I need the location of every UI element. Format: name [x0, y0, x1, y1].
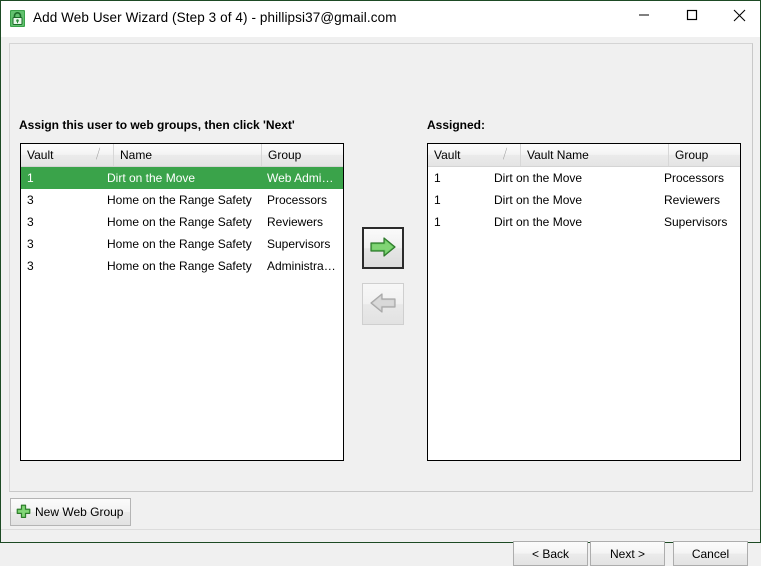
cell-name: Dirt on the Move: [107, 171, 196, 185]
new-web-group-button[interactable]: New Web Group: [10, 498, 131, 526]
column-header-vault-name[interactable]: Vault Name: [520, 144, 668, 166]
column-header-vault[interactable]: Vault: [21, 144, 95, 166]
plus-icon: [15, 504, 32, 521]
cell-group: Processors: [267, 193, 328, 207]
cell-name: Home on the Range Safety: [107, 193, 252, 207]
cell-vault: 3: [27, 237, 34, 251]
cell-vault-name: Dirt on the Move: [494, 215, 583, 229]
assigned-groups-rows: 1 Dirt on the Move Processors 1 Dirt on …: [428, 167, 740, 460]
cancel-button[interactable]: Cancel: [673, 541, 748, 566]
maximize-button[interactable]: [669, 1, 715, 32]
assigned-groups-header: Vault ╱ Vault Name Group: [428, 144, 740, 167]
minimize-button[interactable]: [621, 1, 667, 32]
cell-name: Home on the Range Safety: [107, 259, 252, 273]
cell-group: Administrators: [267, 259, 343, 273]
wizard-window: Add Web User Wizard (Step 3 of 4) - phil…: [0, 0, 761, 566]
available-groups-header: Vault ╱ Name Group: [21, 144, 343, 167]
column-header-vault[interactable]: Vault: [428, 144, 502, 166]
cell-group: Reviewers: [267, 215, 324, 229]
cell-name: Home on the Range Safety: [107, 237, 252, 251]
cell-group: Supervisors: [664, 215, 728, 229]
available-groups-rows: 1 Dirt on the Move Web Admini... 3 Home …: [21, 167, 343, 460]
back-button[interactable]: < Back: [513, 541, 588, 566]
arrow-right-icon: [370, 236, 396, 261]
cell-name: Home on the Range Safety: [107, 215, 252, 229]
cell-vault: 3: [27, 215, 34, 229]
table-row[interactable]: 3 Home on the Range Safety Supervisors: [21, 233, 343, 255]
right-list-label: Assigned:: [427, 118, 486, 132]
close-button[interactable]: [716, 1, 761, 32]
available-groups-list[interactable]: Vault ╱ Name Group 1 Dirt on the Move We…: [20, 143, 344, 461]
table-row[interactable]: 1 Dirt on the Move Web Admini...: [21, 167, 343, 189]
table-row[interactable]: 1 Dirt on the Move Processors: [428, 167, 740, 189]
window-title: Add Web User Wizard (Step 3 of 4) - phil…: [33, 10, 397, 25]
new-web-group-label: New Web Group: [35, 505, 124, 519]
table-row[interactable]: 3 Home on the Range Safety Reviewers: [21, 211, 343, 233]
footer-separator: [1, 529, 760, 530]
close-icon: [733, 9, 746, 25]
cell-group: Processors: [664, 171, 725, 185]
vault-lock-icon: [8, 9, 27, 28]
arrow-left-icon: [370, 292, 396, 317]
maximize-icon: [686, 9, 698, 24]
cell-group: Reviewers: [664, 193, 721, 207]
cell-vault: 1: [27, 171, 34, 185]
add-to-assigned-button[interactable]: [362, 227, 404, 269]
column-header-name[interactable]: Name: [113, 144, 261, 166]
cell-vault-name: Dirt on the Move: [494, 193, 583, 207]
next-button[interactable]: Next >: [590, 541, 665, 566]
title-bar: Add Web User Wizard (Step 3 of 4) - phil…: [1, 1, 760, 38]
minimize-icon: [638, 9, 650, 24]
cell-vault: 3: [27, 193, 34, 207]
column-header-group[interactable]: Group: [261, 144, 343, 166]
dialog-client-area: Assign this user to web groups, then cli…: [1, 37, 760, 566]
cell-vault-name: Dirt on the Move: [494, 171, 583, 185]
sort-ascending-icon: ╱: [503, 149, 507, 160]
cell-vault: 3: [27, 259, 34, 273]
assigned-groups-list[interactable]: Vault ╱ Vault Name Group 1 Dirt on the M…: [427, 143, 741, 461]
sort-ascending-icon: ╱: [96, 149, 100, 160]
table-row[interactable]: 3 Home on the Range Safety Administrator…: [21, 255, 343, 277]
table-row[interactable]: 1 Dirt on the Move Reviewers: [428, 189, 740, 211]
cell-group: Supervisors: [267, 237, 331, 251]
table-row[interactable]: 1 Dirt on the Move Supervisors: [428, 211, 740, 233]
cell-group: Web Admini...: [267, 171, 341, 185]
left-list-label: Assign this user to web groups, then cli…: [19, 118, 295, 132]
remove-from-assigned-button: [362, 283, 404, 325]
column-header-group[interactable]: Group: [668, 144, 740, 166]
table-row[interactable]: 3 Home on the Range Safety Processors: [21, 189, 343, 211]
